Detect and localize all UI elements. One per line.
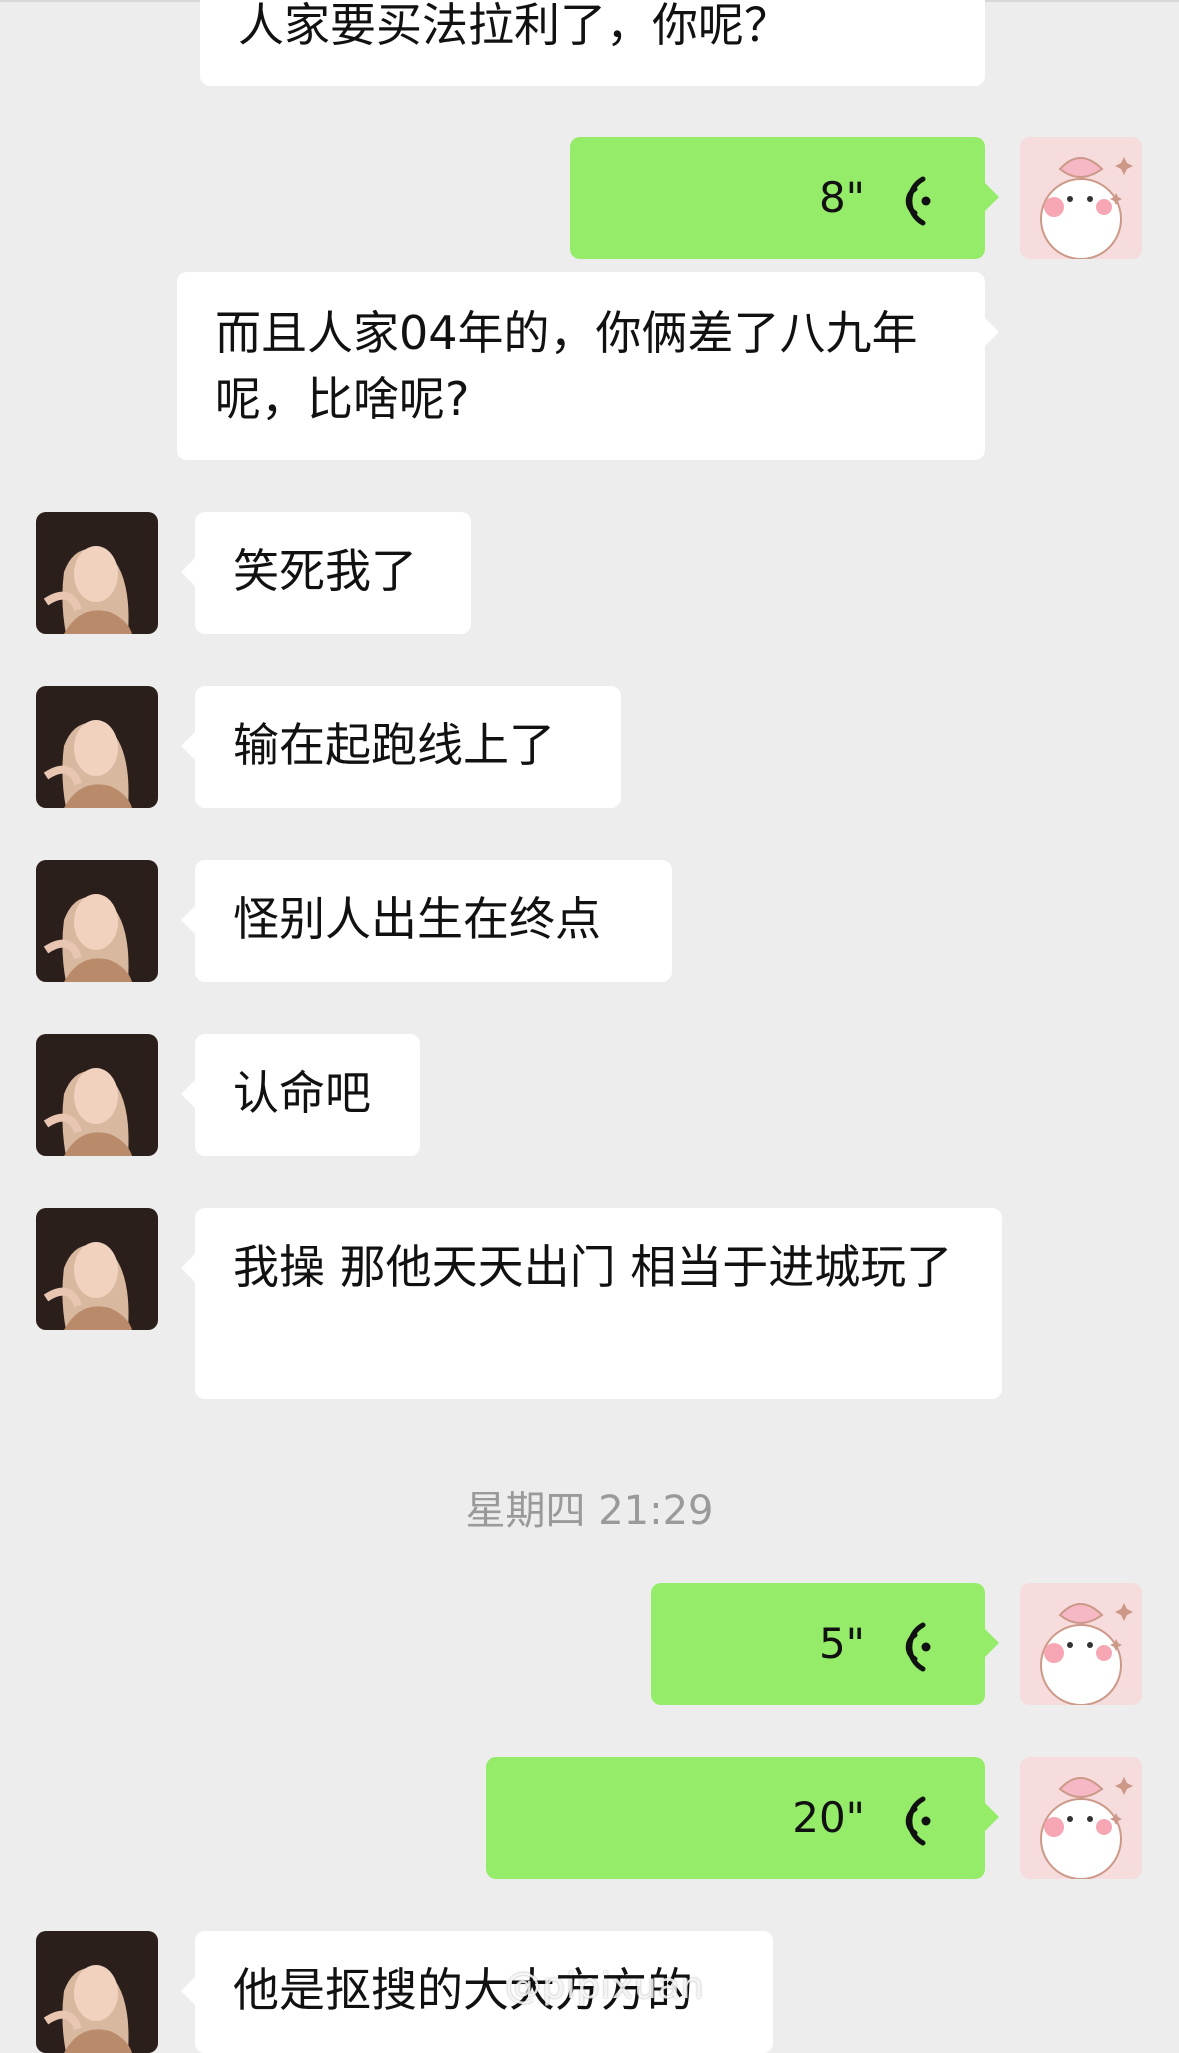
voice-message-bubble[interactable]: 5"	[651, 1583, 999, 1705]
message-text: 认命吧	[233, 1066, 371, 1120]
message-bubble-incoming-text[interactable]: 输在起跑线上了	[181, 686, 621, 808]
message-bubble-outgoing-text[interactable]: 人家要买法拉利了，你呢？	[200, 0, 985, 86]
avatar-girl-photo	[36, 512, 158, 634]
avatar-girl-photo	[36, 686, 158, 808]
avatar-contact[interactable]	[36, 1208, 158, 1330]
voice-wave-icon	[905, 176, 931, 226]
chat-timestamp: 星期四 21:29	[465, 1488, 714, 1534]
message-bubble-incoming-text[interactable]: 怪别人出生在终点	[181, 860, 672, 982]
message-text: 笑死我了	[233, 544, 417, 598]
avatar-girl-photo	[36, 1034, 158, 1156]
message-text: 人家要买法拉利了，你呢？	[238, 0, 790, 52]
avatar-contact[interactable]	[36, 512, 158, 634]
voice-duration: 5"	[818, 1619, 865, 1668]
avatar-self[interactable]	[1020, 1583, 1142, 1705]
message-bubble-incoming-text[interactable]: 笑死我了	[181, 512, 471, 634]
avatar-contact[interactable]	[36, 1034, 158, 1156]
avatar-girl-photo	[36, 1208, 158, 1330]
message-bubble-outgoing-text[interactable]: 而且人家04年的，你俩差了八九年呢，比啥呢?	[177, 272, 999, 460]
avatar-self[interactable]	[1020, 137, 1142, 259]
voice-duration: 20"	[792, 1793, 865, 1842]
voice-message-bubble[interactable]: 20"	[486, 1757, 999, 1879]
avatar-contact[interactable]	[36, 860, 158, 982]
voice-message-bubble[interactable]: 8"	[570, 137, 999, 259]
message-text: 怪别人出生在终点	[233, 892, 601, 946]
avatar-bunny-sticker	[1020, 1757, 1142, 1879]
avatar-contact[interactable]	[36, 1931, 158, 2053]
chat-window: 人家要买法拉利了，你呢？ 8" 而且人家04年的，你俩差了八九年呢，比啥呢? 笑…	[0, 0, 1179, 2053]
voice-wave-icon	[905, 1796, 931, 1846]
avatar-self[interactable]	[1020, 1757, 1142, 1879]
watermark: @pipixuan	[505, 1966, 705, 2007]
avatar-bunny-sticker	[1020, 137, 1142, 259]
message-text: 输在起跑线上了	[233, 718, 555, 772]
avatar-girl-photo	[36, 1931, 158, 2053]
message-text: 我操 那他天天出门 相当于进城玩了	[233, 1240, 953, 1294]
avatar-bunny-sticker	[1020, 1583, 1142, 1705]
message-text: 而且人家04年的，你俩差了八九年呢，比啥呢?	[215, 306, 918, 426]
avatar-contact[interactable]	[36, 686, 158, 808]
message-bubble-incoming-text[interactable]: 我操 那他天天出门 相当于进城玩了	[181, 1208, 1002, 1399]
voice-duration: 8"	[818, 173, 865, 222]
avatar-girl-photo	[36, 860, 158, 982]
voice-wave-icon	[905, 1622, 931, 1672]
message-bubble-incoming-text[interactable]: 认命吧	[181, 1034, 420, 1156]
